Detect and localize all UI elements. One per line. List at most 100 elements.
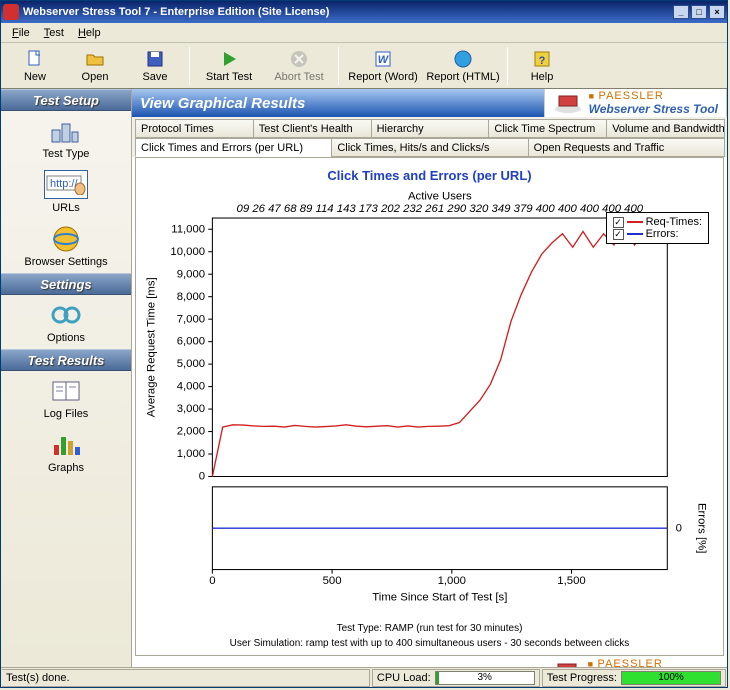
svg-text:Average Request Time [ms]: Average Request Time [ms] [145,277,157,417]
svg-text:5,000: 5,000 [177,358,205,370]
tab[interactable]: Test Client's Health [253,119,372,138]
statusbar: Test(s) done. CPU Load: 3% Test Progress… [1,667,727,687]
sidebar-item-log-files[interactable]: Log Files [1,371,131,425]
brand-company: ■ PAESSLER [589,90,718,102]
legend-errors[interactable]: ✓ Errors: [613,228,702,240]
tabs-container: Protocol TimesTest Client's HealthHierar… [132,117,727,157]
menu-test[interactable]: Test [37,25,71,41]
gear-icon [50,303,82,327]
svg-text:11,000: 11,000 [171,223,205,235]
sidebar-header-setup: Test Setup [1,89,131,111]
status-message: Test(s) done. [2,669,370,687]
save-button[interactable]: Save [125,45,185,87]
svg-text:4,000: 4,000 [177,381,205,393]
branding-top: ■ PAESSLER Webserver Stress Tool [544,89,727,119]
cpu-progress: 3% [435,671,535,685]
svg-text:1,000: 1,000 [177,448,205,460]
tab[interactable]: Protocol Times [135,119,254,138]
new-icon [25,49,45,69]
svg-text:2,000: 2,000 [177,426,205,438]
svg-text:8,000: 8,000 [177,291,205,303]
svg-text:1,000: 1,000 [438,575,466,587]
brand-logo-icon [553,92,583,114]
sidebar-header-settings: Settings [1,273,131,295]
svg-text:?: ? [539,55,546,67]
tab[interactable]: Volume and Bandwidth [606,119,725,138]
tab[interactable]: Open Requests and Traffic [528,138,725,157]
toolbar: New Open Save Start Test Abort Test W Re… [1,43,727,89]
sidebar-item-options[interactable]: Options [1,295,131,349]
status-cpu: CPU Load: 3% [372,669,540,687]
svg-text:0: 0 [676,522,682,534]
sidebar: Test Setup Test Type http:// URLs Browse… [1,89,132,667]
page-title: View Graphical Results [140,95,305,112]
start-test-button[interactable]: Start Test [194,45,264,87]
brand-logo-icon [552,660,582,667]
report-word-button[interactable]: W Report (Word) [343,45,423,87]
status-progress: Test Progress: 100% [542,669,726,687]
abort-test-button: Abort Test [264,45,334,87]
menubar: File Test Help [1,23,727,43]
save-icon [145,49,165,69]
maximize-button[interactable]: □ [691,5,707,19]
main-area: Test Setup Test Type http:// URLs Browse… [1,89,727,667]
svg-text:0: 0 [209,575,215,587]
branding-bottom: ■ PAESSLER Webserver Stress Tool [132,658,727,667]
svg-text:7,000: 7,000 [177,313,205,325]
checkbox-icon[interactable]: ✓ [613,229,624,240]
tab[interactable]: Click Time Spectrum [488,119,607,138]
svg-text:0: 0 [199,471,205,483]
close-button[interactable]: × [709,5,725,19]
tab[interactable]: Click Times and Errors (per URL) [135,138,332,157]
chart-title: Click Times and Errors (per URL) [327,168,531,183]
test-type-icon [50,118,82,144]
chart-legend: ✓ Req-Times: ✓ Errors: [606,212,709,244]
brand-company: ■ PAESSLER [588,658,717,667]
menu-file[interactable]: File [5,25,37,41]
help-icon: ? [532,49,552,69]
svg-text:09 26 47 68 89 114 143 173 202: 09 26 47 68 89 114 143 173 202 232 261 2… [237,203,644,215]
svg-text:W: W [378,54,390,66]
legend-req-times[interactable]: ✓ Req-Times: [613,216,702,228]
chart-plot: 01,0002,0003,0004,0005,0006,0007,0008,00… [140,187,719,621]
report-html-button[interactable]: Report (HTML) [423,45,503,87]
legend-color-red [627,221,643,223]
new-button[interactable]: New [5,45,65,87]
sidebar-header-results: Test Results [1,349,131,371]
svg-text:6,000: 6,000 [177,336,205,348]
test-progress: 100% [621,671,721,685]
brand-product: Webserver Stress Tool [589,102,718,116]
chart-test-type: Test Type: RAMP (run test for 30 minutes… [337,623,523,634]
toolbar-separator [338,47,339,85]
help-button[interactable]: ? Help [512,45,572,87]
checkbox-icon[interactable]: ✓ [613,217,624,228]
sidebar-item-graphs[interactable]: Graphs [1,425,131,479]
tab[interactable]: Hierarchy [371,119,490,138]
svg-text:10,000: 10,000 [170,246,205,258]
sidebar-item-urls[interactable]: http:// URLs [1,165,131,219]
sidebar-item-test-type[interactable]: Test Type [1,111,131,165]
word-icon: W [373,49,393,69]
legend-color-blue [627,233,643,235]
minimize-button[interactable]: _ [673,5,689,19]
open-button[interactable]: Open [65,45,125,87]
window-title: Webserver Stress Tool 7 - Enterprise Edi… [23,6,671,18]
titlebar: Webserver Stress Tool 7 - Enterprise Edi… [1,1,727,23]
chart-panel: Click Times and Errors (per URL) 0 1,000 2… [135,157,724,656]
svg-text:Errors [%]: Errors [%] [695,503,707,554]
app-window: Webserver Stress Tool 7 - Enterprise Edi… [0,0,728,688]
svg-text:Time Since Start of Test [s]: Time Since Start of Test [s] [372,592,507,604]
url-icon: http:// [46,175,86,195]
content-area: View Graphical Results ■ PAESSLER Webser… [132,89,727,667]
sidebar-item-browser[interactable]: Browser Settings [1,219,131,273]
globe-icon [52,225,80,253]
svg-text:9,000: 9,000 [177,268,205,280]
app-icon [3,4,19,20]
svg-text:500: 500 [323,575,342,587]
toolbar-separator [507,47,508,85]
open-icon [85,49,105,69]
svg-text:Active Users: Active Users [408,190,472,202]
tab[interactable]: Click Times, Hits/s and Clicks/s [331,138,528,157]
menu-help[interactable]: Help [71,25,108,41]
play-icon [219,49,239,69]
